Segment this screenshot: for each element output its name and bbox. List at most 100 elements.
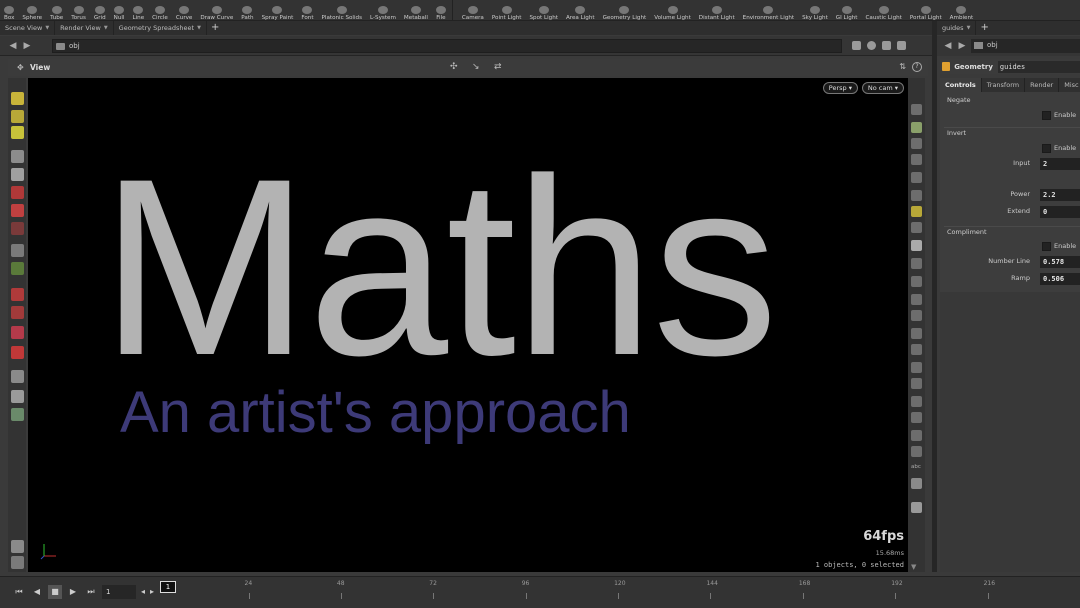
pan-tool-icon[interactable]: [11, 110, 24, 123]
fill-icon[interactable]: [911, 378, 922, 389]
normals-icon[interactable]: [911, 310, 922, 321]
pane-divider[interactable]: [932, 21, 937, 572]
bulb-icon[interactable]: [911, 222, 922, 233]
vector-icon[interactable]: [911, 328, 922, 339]
select-arrow-icon[interactable]: [11, 150, 24, 163]
stop-icon[interactable]: ■: [48, 585, 62, 599]
shelf-tool-metaball[interactable]: Metaball: [400, 0, 432, 21]
jump-start-icon[interactable]: ⏮: [12, 585, 26, 599]
invert-enable-checkbox[interactable]: [1042, 144, 1051, 153]
shading-icon[interactable]: [911, 172, 922, 183]
shelf-tool-circle[interactable]: Circle: [148, 0, 172, 21]
display-options-icon[interactable]: ⇅: [899, 62, 906, 72]
network-icon[interactable]: [867, 41, 876, 50]
paint-icon[interactable]: [911, 362, 922, 373]
snap-icon[interactable]: ⇄: [494, 62, 506, 72]
extend-field[interactable]: 0: [1040, 206, 1080, 218]
tab-misc[interactable]: Misc: [1059, 78, 1080, 92]
shelf-tool-line[interactable]: Line: [128, 0, 148, 21]
shelf-tool-camera[interactable]: Camera: [458, 0, 488, 21]
path-field[interactable]: obj: [52, 38, 842, 53]
shelf-tool-file[interactable]: File: [432, 0, 450, 21]
jump-end-icon[interactable]: ⏭: [84, 585, 98, 599]
scale-tool-icon[interactable]: [11, 222, 24, 235]
layout-icon[interactable]: [882, 41, 891, 50]
shelf-tool-path[interactable]: Path: [237, 0, 257, 21]
persp-dropdown[interactable]: Persp ▾: [822, 82, 858, 94]
point-dot-icon[interactable]: [911, 294, 922, 305]
forward-arrow-icon[interactable]: ▶: [20, 41, 34, 51]
back-arrow-icon[interactable]: ◀: [941, 41, 955, 51]
parameter-path-field[interactable]: obj: [971, 39, 1080, 53]
viewport[interactable]: Persp ▾ No cam ▾ Maths An artist's appro…: [28, 78, 908, 572]
corner-icon[interactable]: [911, 396, 922, 407]
time-ruler[interactable]: 1 24 48 72 96 120 144 168 192 216: [160, 579, 1080, 607]
camera-dropdown[interactable]: No cam ▾: [861, 82, 904, 94]
shelf-tool-spot-light[interactable]: Spot Light: [526, 0, 562, 21]
pin-icon[interactable]: [852, 41, 861, 50]
paint-tool-icon[interactable]: [11, 306, 24, 319]
shelf-tool-tube[interactable]: Tube: [46, 0, 67, 21]
shelf-tool-draw-curve[interactable]: Draw Curve: [196, 0, 237, 21]
shelf-tool-grid[interactable]: Grid: [90, 0, 110, 21]
tumble-tool-icon[interactable]: [11, 92, 24, 105]
snap-icon[interactable]: [911, 258, 922, 269]
pivot-icon[interactable]: [911, 430, 922, 441]
negate-enable-checkbox[interactable]: [1042, 111, 1051, 120]
shelf-tool-area-light[interactable]: Area Light: [562, 0, 599, 21]
shelf-tool-ambient[interactable]: Ambient: [946, 0, 978, 21]
shelf-tool-font[interactable]: Font: [297, 0, 317, 21]
tab-transform[interactable]: Transform: [981, 78, 1026, 92]
play-forward-icon[interactable]: ▶: [66, 585, 80, 599]
forward-arrow-icon[interactable]: ▶: [955, 41, 969, 51]
add-tab-button[interactable]: +: [976, 21, 992, 35]
shelf-tool-curve[interactable]: Curve: [172, 0, 197, 21]
text-label-icon[interactable]: abc: [911, 462, 922, 473]
shelf-tool-spray-paint[interactable]: Spray Paint: [258, 0, 298, 21]
tab-guides[interactable]: guides ▼: [937, 21, 977, 35]
snap-options-icon[interactable]: [11, 540, 24, 553]
brush-tool-icon[interactable]: [11, 288, 24, 301]
scroll-down-arrow-icon[interactable]: ▼: [911, 562, 922, 573]
tab-geometry-spreadsheet[interactable]: Geometry Spreadsheet ▼: [114, 21, 207, 35]
visibility-icon[interactable]: [911, 104, 922, 115]
transform-icon[interactable]: ✣: [450, 62, 462, 72]
current-frame-marker[interactable]: 1: [160, 581, 176, 593]
headlight-icon[interactable]: [911, 206, 922, 217]
render-region-icon[interactable]: [11, 408, 24, 421]
number-line-field[interactable]: 0.578: [1040, 256, 1080, 268]
power-field[interactable]: 2.2: [1040, 189, 1080, 201]
move-tool-icon[interactable]: [11, 186, 24, 199]
shelf-tool-torus[interactable]: Torus: [67, 0, 90, 21]
background-icon[interactable]: [911, 240, 922, 251]
shelf-tool-box[interactable]: Box: [0, 0, 18, 21]
add-tab-button[interactable]: +: [207, 21, 223, 35]
lock-camera-icon[interactable]: [911, 138, 922, 149]
light-icon[interactable]: [911, 154, 922, 165]
points-icon[interactable]: [911, 276, 922, 287]
tab-render[interactable]: Render: [1025, 78, 1060, 92]
maximize-icon[interactable]: [897, 41, 906, 50]
shelf-tool-sky-light[interactable]: Sky Light: [798, 0, 832, 21]
tab-scene-view[interactable]: Scene View ▼: [0, 21, 56, 35]
shelf-tool-environment-light[interactable]: Environment Light: [739, 0, 798, 21]
frame-field[interactable]: 1: [102, 585, 136, 599]
lighting-icon[interactable]: [911, 190, 922, 201]
shelf-tool-gi-light[interactable]: GI Light: [832, 0, 862, 21]
ramp-field[interactable]: 0.506: [1040, 273, 1080, 285]
handle-tool-icon[interactable]: [11, 244, 24, 257]
shelf-tool-point-light[interactable]: Point Light: [488, 0, 526, 21]
construction-plane-icon[interactable]: [11, 556, 24, 569]
play-reverse-icon[interactable]: ◀: [30, 585, 44, 599]
numbers-icon[interactable]: [911, 344, 922, 355]
compliment-enable-checkbox[interactable]: [1042, 242, 1051, 251]
help-icon[interactable]: ?: [912, 62, 922, 72]
tab-controls[interactable]: Controls: [940, 78, 982, 92]
handle-icon[interactable]: ↘: [472, 62, 484, 72]
step-forward-icon[interactable]: ▸: [147, 585, 157, 599]
view-menu-icon[interactable]: ✥: [17, 63, 24, 72]
image-icon[interactable]: [911, 478, 922, 489]
box-icon[interactable]: [911, 446, 922, 457]
shelf-tool-l-system[interactable]: L-System: [366, 0, 400, 21]
shelf-tool-null[interactable]: Null: [110, 0, 129, 21]
